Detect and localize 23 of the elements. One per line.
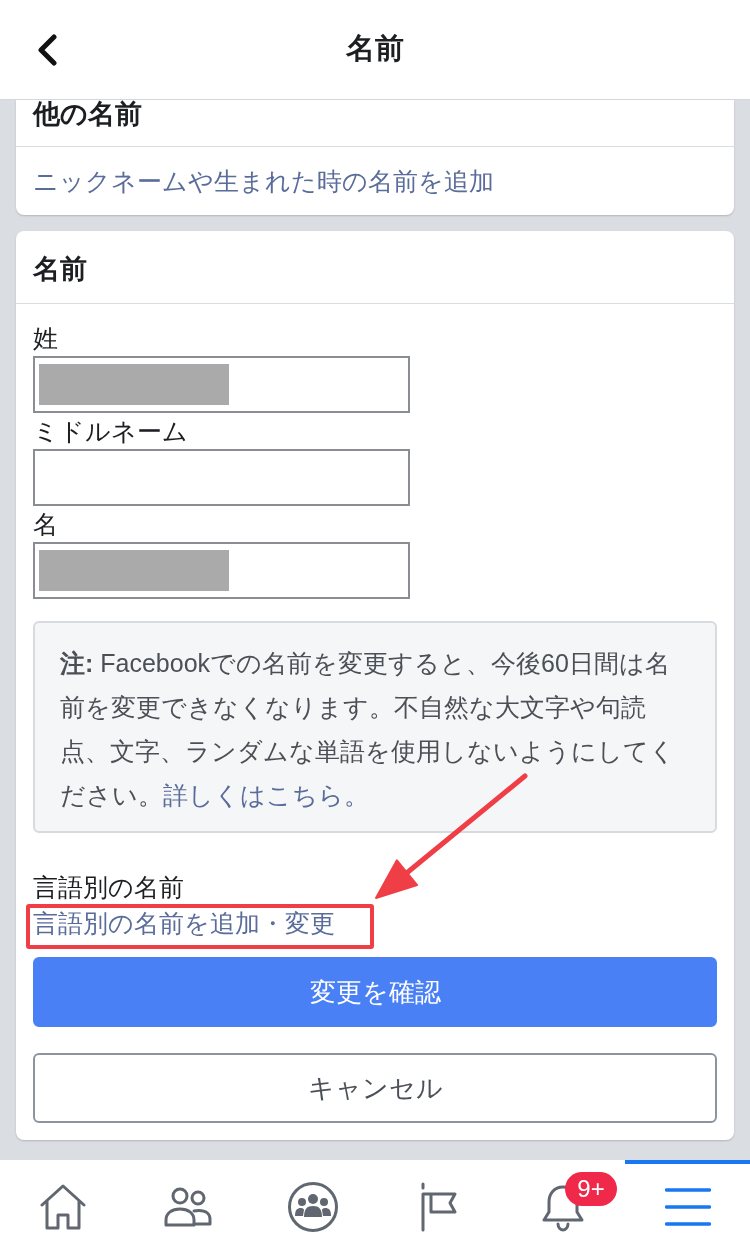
name-input-field[interactable] — [33, 449, 410, 506]
friends-icon — [162, 1187, 213, 1227]
card-heading: 名前 — [33, 253, 87, 286]
tab-button[interactable]: 9+ — [500, 1160, 625, 1250]
field-label: ミドルネーム — [33, 416, 188, 447]
name-input-field[interactable] — [33, 356, 410, 413]
confirm-button[interactable]: 変更を確認 — [33, 957, 717, 1027]
name-input-field[interactable] — [33, 542, 410, 599]
groups-icon — [286, 1181, 339, 1233]
learn-more-link[interactable]: 詳しくはこちら。 — [163, 781, 369, 809]
cancel-button[interactable]: キャンセル — [33, 1053, 717, 1123]
note-text: 注: Facebookでの名前を変更すると、今後60日間は名前を変更できなくなります。不自然な大文字や句読点、文字、ランダムな単語を使用しないようにしてください。詳しくはこちら。 — [60, 648, 676, 811]
add-nickname-link[interactable]: ニックネームや生まれた時の名前を追加 — [33, 164, 494, 198]
add-language-name-link[interactable]: 言語別の名前を追加・変更 — [33, 905, 335, 941]
page-title: 名前 — [346, 30, 404, 66]
field-label: 姓 — [33, 323, 58, 354]
section-label: 言語別の名前 — [33, 872, 184, 903]
back-chevron-icon — [36, 33, 58, 66]
notification-badge: 9+ — [565, 1172, 617, 1206]
home-icon — [38, 1184, 87, 1230]
card-heading: 他の名前 — [33, 99, 142, 129]
menu-icon — [664, 1188, 711, 1226]
field-label: 名 — [33, 509, 58, 540]
